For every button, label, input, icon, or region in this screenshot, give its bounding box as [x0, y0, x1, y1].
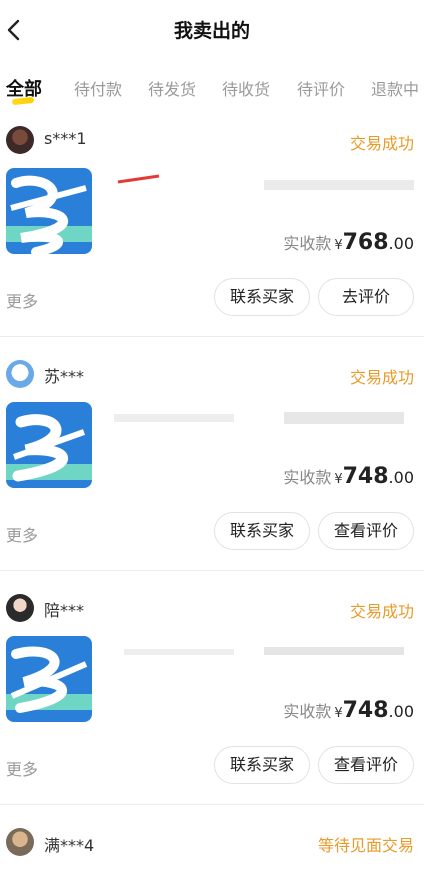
tab-pending-receipt[interactable]: 待收货	[222, 76, 270, 100]
product-title-redacted[interactable]	[104, 406, 414, 428]
currency-symbol: ¥	[334, 238, 343, 253]
contact-buyer-button[interactable]: 联系买家	[214, 746, 310, 784]
status-badge: 交易成功	[349, 602, 414, 621]
price-decimal: .00	[388, 234, 414, 253]
avatar	[6, 126, 34, 154]
write-review-button[interactable]: 去评价	[318, 278, 414, 316]
status-tabs: 全部 待付款 待发货 待收货 待评价 退款中	[0, 70, 424, 110]
tab-pending-payment[interactable]: 待付款	[74, 76, 122, 100]
product-title-redacted[interactable]	[104, 172, 414, 194]
buyer-name[interactable]: 陪***	[44, 597, 84, 621]
avatar	[6, 360, 34, 388]
active-tab-indicator	[11, 96, 35, 106]
currency-symbol: ¥	[334, 472, 343, 487]
buyer-name[interactable]: 苏***	[44, 363, 84, 387]
tab-pending-review[interactable]: 待评价	[297, 76, 345, 100]
buyer-name[interactable]: s***1	[44, 129, 87, 148]
price-label: 实收款	[283, 234, 332, 253]
nav-bar: 我卖出的	[0, 0, 424, 58]
status-badge: 交易成功	[349, 368, 414, 387]
view-review-button[interactable]: 查看评价	[318, 512, 414, 550]
product-thumbnail[interactable]	[6, 636, 92, 722]
status-badge: 交易成功	[349, 134, 414, 153]
contact-buyer-button[interactable]: 联系买家	[214, 512, 310, 550]
status-badge: 等待见面交易	[317, 836, 414, 855]
more-link[interactable]: 更多	[6, 288, 38, 312]
product-thumbnail[interactable]	[6, 402, 92, 488]
product-title-redacted[interactable]	[104, 640, 414, 662]
tab-refunding[interactable]: 退款中	[371, 76, 419, 100]
price: 实收款 ¥748.00	[283, 464, 414, 489]
price-amount: 768	[342, 230, 389, 255]
price-decimal: .00	[388, 702, 414, 721]
more-link[interactable]: 更多	[6, 522, 38, 546]
currency-symbol: ¥	[334, 706, 343, 721]
divider	[0, 570, 424, 571]
divider	[0, 804, 424, 805]
contact-buyer-button[interactable]: 联系买家	[214, 278, 310, 316]
price-label: 实收款	[283, 702, 332, 721]
price-decimal: .00	[388, 468, 414, 487]
product-thumbnail[interactable]	[6, 168, 92, 254]
page-title: 我卖出的	[173, 20, 250, 42]
price-amount: 748	[342, 464, 389, 489]
price: 实收款 ¥768.00	[283, 230, 414, 255]
price: 实收款 ¥748.00	[283, 698, 414, 723]
buyer-name[interactable]: 满***4	[44, 832, 94, 856]
avatar	[6, 594, 34, 622]
avatar	[6, 828, 34, 856]
view-review-button[interactable]: 查看评价	[318, 746, 414, 784]
more-link[interactable]: 更多	[6, 756, 38, 780]
price-amount: 748	[342, 698, 389, 723]
divider	[0, 336, 424, 337]
tab-pending-shipment[interactable]: 待发货	[148, 76, 196, 100]
price-label: 实收款	[283, 468, 332, 487]
